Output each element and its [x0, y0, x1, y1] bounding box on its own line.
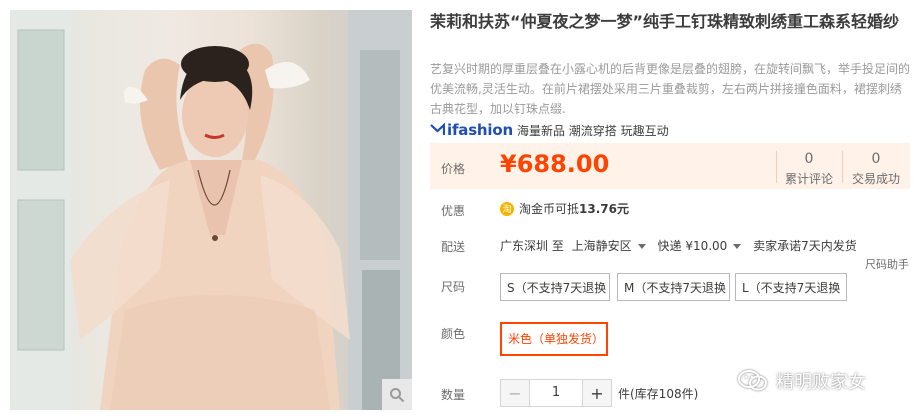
brand-row: ifashion 海量新品 潮流穿搭 玩趣互动 [430, 120, 669, 140]
price-label: 价格 [441, 162, 466, 176]
watermark: 精明败家女 [738, 368, 866, 394]
stat-divider [776, 151, 777, 183]
quantity-stepper: − 1 + 件(库存108件) [500, 379, 698, 407]
shipping-row: 广东深圳 至 上海静安区 快递 ¥10.00 卖家承诺7天内发货 [500, 237, 857, 254]
ship-to: 上海静安区 [571, 239, 632, 253]
brand-logo[interactable]: ifashion [447, 121, 513, 139]
ifashion-logo-icon [430, 123, 445, 135]
ship-from: 广东深圳 至 [500, 239, 564, 253]
sales-count-stat: 0 交易成功 [846, 151, 906, 187]
magnifier-icon [390, 387, 405, 402]
size-label: 尺码 [441, 280, 466, 294]
product-title: 茉莉和扶苏“仲夏夜之梦一梦”纯手工钉珠精致刺绣重工森系轻婚纱 [430, 12, 900, 31]
size-option-l[interactable]: L（不支持7天退换 [735, 273, 847, 301]
review-count: 0 [804, 151, 814, 167]
ship-to-select[interactable]: 上海静安区 [572, 239, 654, 253]
chevron-down-icon [733, 244, 742, 249]
color-option-beige[interactable]: 米色（单独发货） [500, 322, 608, 356]
product-description: 艺复兴时期的厚重层叠在小露心机的后背更像是层叠的翅膀，在旋转间飘飞，举手投足间的… [430, 62, 911, 116]
wechat-icon [738, 370, 767, 391]
review-count-stat[interactable]: 0 累计评论 [780, 151, 838, 187]
promo-text: 淘金币可抵 [519, 202, 580, 216]
zoom-button[interactable] [382, 379, 412, 410]
sales-count: 0 [871, 151, 881, 167]
product-photo[interactable] [10, 10, 412, 410]
model-photo-illustration [10, 10, 412, 410]
promo-amount: 13.76元 [579, 202, 629, 216]
size-helper-link[interactable]: 尺码助手 [865, 256, 909, 272]
ship-method-select[interactable]: 快递 ¥10.00 [658, 239, 750, 253]
promo-label: 优惠 [441, 204, 466, 218]
review-count-label: 累计评论 [784, 172, 833, 186]
shipping-label: 配送 [441, 240, 466, 254]
quantity-decrement-button[interactable]: − [500, 379, 530, 407]
color-label: 颜色 [441, 327, 466, 341]
ship-promise: 卖家承诺7天内发货 [753, 239, 857, 253]
chevron-down-icon [637, 244, 646, 249]
taojinbi-coin-icon: 淘 [500, 201, 514, 216]
size-option-s[interactable]: S（不支持7天退换 [500, 273, 610, 301]
promo-row: 淘 淘金币可抵 13.76元 [500, 200, 629, 217]
quantity-label: 数量 [441, 388, 466, 402]
stat-divider [842, 151, 843, 183]
quantity-input[interactable]: 1 [530, 379, 582, 407]
quantity-increment-button[interactable]: + [582, 379, 612, 407]
brand-tags: 海量新品 潮流穿搭 玩趣互动 [516, 123, 669, 138]
size-option-m[interactable]: M（不支持7天退换 [617, 273, 730, 301]
stock-count: 件(库存108件) [618, 386, 699, 401]
sales-count-label: 交易成功 [851, 172, 900, 186]
ship-method: 快递 ¥10.00 [657, 239, 728, 253]
watermark-text: 精明败家女 [776, 372, 866, 393]
price-value: ¥688.00 [500, 150, 610, 178]
